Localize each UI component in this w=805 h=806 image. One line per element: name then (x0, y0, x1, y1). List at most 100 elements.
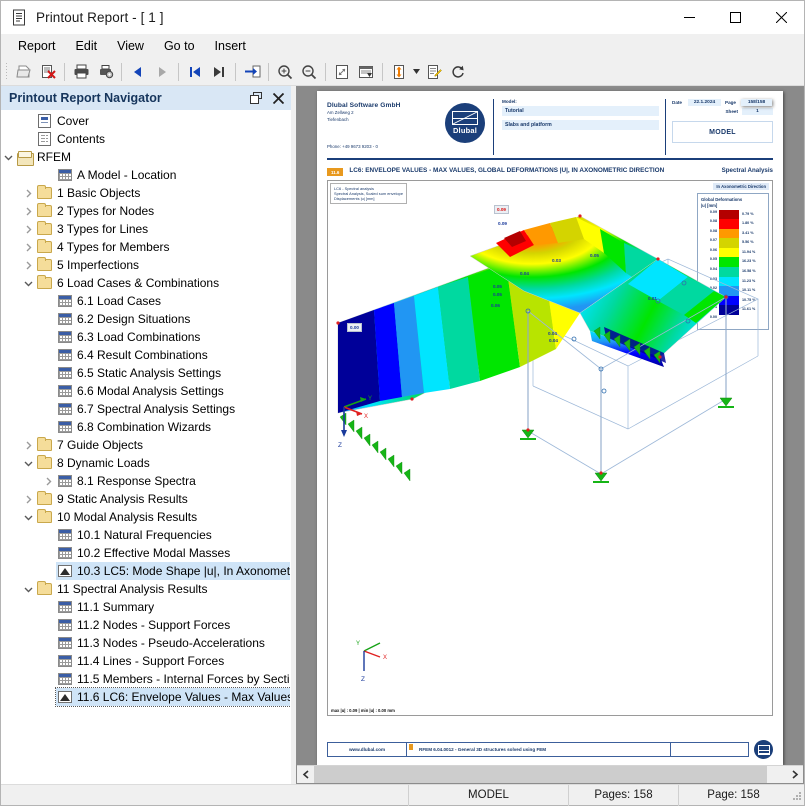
scroll-left-icon[interactable] (297, 766, 314, 783)
tree-item[interactable]: 8.1 Response Spectra (1, 472, 290, 490)
footer-website[interactable]: www.dlubal.com (327, 742, 407, 757)
tree-item[interactable]: 5 Imperfections (1, 256, 290, 274)
last-page-icon[interactable] (207, 60, 231, 84)
resize-grip[interactable] (788, 788, 804, 803)
collapse-icon[interactable] (21, 580, 36, 598)
expand-icon[interactable] (21, 238, 36, 256)
tree-item[interactable]: 6.7 Spectral Analysis Settings (1, 400, 290, 418)
preview-horizontal-scrollbar[interactable] (297, 765, 803, 783)
orientation-icon[interactable] (387, 60, 411, 84)
tree-item[interactable]: Contents (1, 130, 290, 148)
table-icon (56, 635, 73, 651)
tree-item[interactable]: 6.8 Combination Wizards (1, 418, 290, 436)
model-drawing[interactable]: LC6 - Spectral analysis Spectral Analysi… (327, 180, 773, 716)
expand-icon[interactable] (41, 472, 56, 490)
tree-item[interactable]: 1 Basic Objects (1, 184, 290, 202)
tree-item-label: 6.1 Load Cases (77, 294, 162, 308)
expand-icon[interactable] (21, 436, 36, 454)
tree-item[interactable]: 11.5 Members - Internal Forces by Sectio… (1, 670, 290, 688)
tree-item[interactable]: 6 Load Cases & Combinations (1, 274, 290, 292)
page-header: Dlubal Software GmbH Am Zellweg 2 Tiefen… (317, 91, 783, 155)
expand-icon[interactable] (21, 490, 36, 508)
tree-item[interactable]: 6.4 Result Combinations (1, 346, 290, 364)
minimize-button[interactable] (666, 1, 712, 34)
tree-item[interactable]: 6.6 Modal Analysis Settings (1, 382, 290, 400)
expand-icon[interactable] (21, 202, 36, 220)
fit-page-icon[interactable] (330, 60, 354, 84)
close-button[interactable] (758, 1, 804, 34)
tree-item[interactable]: 4 Types for Members (1, 238, 290, 256)
menu-report[interactable]: Report (9, 36, 65, 56)
tree-item-label: 6.6 Modal Analysis Settings (77, 384, 224, 398)
report-tree[interactable]: Cover Contents RFEM A Model - Location 1 Bas… (1, 110, 291, 784)
deformation-value-label: 0.06 (491, 303, 500, 308)
go-to-page-icon[interactable] (240, 60, 264, 84)
tree-item[interactable]: A Model - Location (1, 166, 290, 184)
tree-item[interactable]: 10.1 Natural Frequencies (1, 526, 290, 544)
open-report-icon[interactable] (12, 60, 36, 84)
model-label: Model: (502, 99, 517, 104)
deformation-value-label: 0.01 (648, 296, 657, 301)
tree-item-label: 10 Modal Analysis Results (57, 510, 198, 524)
menu-edit[interactable]: Edit (67, 36, 107, 56)
collapse-icon[interactable] (1, 148, 16, 166)
tree-item-label: Contents (57, 132, 106, 146)
undock-icon[interactable] (249, 92, 262, 105)
zoom-out-icon[interactable] (297, 60, 321, 84)
zoom-in-icon[interactable] (273, 60, 297, 84)
svg-text:Z: Z (338, 442, 342, 449)
section-badge: 11.6 (327, 168, 344, 176)
scroll-track[interactable] (314, 766, 786, 783)
menu-goto[interactable]: Go to (155, 36, 204, 56)
orientation-dropdown-icon[interactable] (411, 60, 422, 84)
tree-item[interactable]: 8 Dynamic Loads (1, 454, 290, 472)
toolbar-grip[interactable] (4, 62, 9, 81)
tree-item[interactable]: 11 Spectral Analysis Results (1, 580, 290, 598)
section-analysis-type: Spectral Analysis (721, 167, 773, 174)
refresh-icon[interactable] (446, 60, 470, 84)
tree-item[interactable]: 3 Types for Lines (1, 220, 290, 238)
expand-icon[interactable] (21, 220, 36, 238)
menu-view[interactable]: View (108, 36, 153, 56)
tree-item[interactable]: 9 Static Analysis Results (1, 490, 290, 508)
tree-item[interactable]: 6.1 Load Cases (1, 292, 290, 310)
first-page-icon[interactable] (183, 60, 207, 84)
previous-page-icon[interactable] (126, 60, 150, 84)
print-settings-icon[interactable] (93, 60, 117, 84)
delete-report-icon[interactable] (36, 60, 60, 84)
page-layout-icon[interactable] (354, 60, 378, 84)
tree-item[interactable]: 11.2 Nodes - Support Forces (1, 616, 290, 634)
tree-item[interactable]: 11.1 Summary (1, 598, 290, 616)
tree-item[interactable]: 11.6 LC6: Envelope Values - Max Values,… (1, 687, 290, 707)
print-icon[interactable] (69, 60, 93, 84)
tree-item[interactable]: 10.2 Effective Modal Masses (1, 544, 290, 562)
tree-item[interactable]: 10 Modal Analysis Results (1, 508, 290, 526)
next-page-icon[interactable] (150, 60, 174, 84)
edit-report-icon[interactable] (422, 60, 446, 84)
close-icon[interactable] (272, 92, 285, 105)
tree-item[interactable]: 6.5 Static Analysis Settings (1, 364, 290, 382)
scroll-thumb[interactable] (314, 766, 768, 783)
collapse-icon[interactable] (21, 454, 36, 472)
collapse-icon[interactable] (21, 508, 36, 526)
expand-icon[interactable] (21, 184, 36, 202)
preview-scroll-area[interactable]: Dlubal Software GmbH Am Zellweg 2 Tiefen… (297, 87, 803, 765)
tree-item[interactable]: 11.4 Lines - Support Forces (1, 652, 290, 670)
deformation-value-label: 0.05 (493, 284, 502, 289)
scroll-right-icon[interactable] (786, 766, 803, 783)
tree-item[interactable]: 11.3 Nodes - Pseudo-Accelerations (1, 634, 290, 652)
tree-item[interactable]: 10.3 LC5: Mode Shape |u|, In Axonomet… (1, 562, 290, 580)
maximize-button[interactable] (712, 1, 758, 34)
collapse-icon[interactable] (21, 274, 36, 292)
tree-item[interactable]: 2 Types for Nodes (1, 202, 290, 220)
tree-item[interactable]: 7 Guide Objects (1, 436, 290, 454)
tree-item[interactable]: Cover (1, 112, 290, 130)
tree-item[interactable]: 6.2 Design Situations (1, 310, 290, 328)
tree-item[interactable]: RFEM (1, 148, 290, 166)
menu-insert[interactable]: Insert (206, 36, 255, 56)
expand-icon[interactable] (21, 256, 36, 274)
tree-item[interactable]: 6.3 Load Combinations (1, 328, 290, 346)
